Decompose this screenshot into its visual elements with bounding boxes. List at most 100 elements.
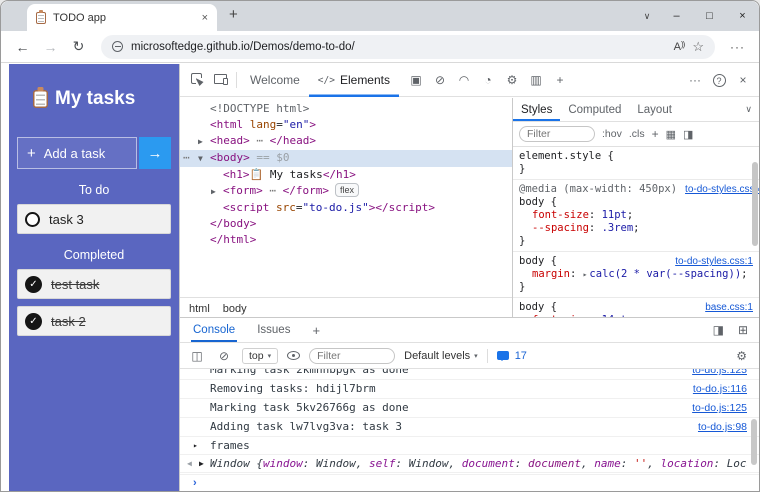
tab-elements[interactable]: </> Elements (309, 64, 399, 97)
device-toolbar-icon[interactable] (208, 73, 232, 87)
forward-button[interactable]: → (39, 39, 62, 55)
breadcrumb-body[interactable]: body (223, 303, 247, 315)
styles-filter-input[interactable] (519, 126, 595, 142)
network-tool-icon[interactable]: ◠ (453, 73, 475, 87)
task-checkbox[interactable]: ✓ (25, 275, 42, 293)
devtools-close-icon[interactable]: × (731, 73, 755, 87)
inspect-element-icon[interactable] (184, 73, 208, 87)
tab-computed[interactable]: Computed (560, 98, 629, 121)
browser-menu-icon[interactable]: ··· (726, 40, 749, 54)
back-button[interactable]: ← (11, 39, 34, 55)
tab-welcome[interactable]: Welcome (241, 64, 309, 97)
tab-styles[interactable]: Styles (513, 98, 560, 121)
console-prompt[interactable]: › (180, 474, 759, 491)
hover-state-button[interactable]: :hov (602, 128, 622, 140)
submit-task-button[interactable]: → (139, 137, 171, 169)
expand-arrow-icon[interactable]: ▸ (583, 270, 588, 279)
refresh-button[interactable]: ↻ (67, 38, 90, 55)
url-text[interactable]: microsoftedge.github.io/Demos/demo-to-do… (131, 41, 666, 53)
breadcrumb-html[interactable]: html (189, 303, 210, 315)
element-classes-button[interactable]: .cls (629, 128, 645, 140)
more-tools-icon[interactable]: + (549, 73, 571, 87)
dom-line[interactable]: </body> (180, 216, 512, 232)
task-item[interactable]: ✓ task 2 (17, 306, 171, 336)
new-style-rule-button[interactable]: + (652, 127, 659, 141)
console-result-row[interactable]: ◀ ▶ Window {window: Window, self: Window, … (180, 455, 759, 473)
source-link[interactable]: to-do.js:125 (678, 402, 747, 415)
performance-tool-icon[interactable]: ◔ (477, 73, 499, 87)
css-property[interactable]: --spacing: .3rem; (519, 222, 753, 235)
task-checkbox[interactable]: ✓ (25, 312, 42, 330)
layout-tool-icon[interactable]: ▥ (525, 73, 547, 87)
read-aloud-icon[interactable]: A)) (674, 40, 686, 53)
live-expression-eye-icon[interactable] (287, 351, 301, 360)
dom-line[interactable]: <h1>📋 My tasks</h1> (180, 167, 512, 183)
console-tool-icon[interactable]: ▣ (405, 73, 427, 87)
tab-layout[interactable]: Layout (629, 98, 680, 121)
context-selector[interactable]: top ▾ (242, 347, 279, 364)
grid-icon[interactable]: ▦ (666, 128, 676, 141)
console-scrollbar[interactable] (751, 419, 757, 465)
address-bar[interactable]: microsoftedge.github.io/Demos/demo-to-do… (101, 34, 715, 59)
source-link[interactable]: to-do.js:116 (679, 383, 747, 396)
site-info-icon[interactable] (112, 41, 123, 52)
css-property[interactable]: font-size: 11pt; (519, 209, 753, 222)
chevron-down-icon[interactable]: ∨ (745, 104, 759, 115)
minimize-button[interactable]: – (660, 10, 693, 22)
console-filter-input[interactable] (309, 347, 396, 364)
source-link[interactable]: to-do.js:98 (684, 421, 747, 434)
task-checkbox[interactable] (25, 211, 40, 227)
devtools-more-icon[interactable]: ··· (683, 73, 707, 87)
dom-gutter-dots[interactable]: ⋯ (183, 150, 191, 166)
source-link[interactable]: to-do.js:125 (678, 369, 747, 377)
close-window-button[interactable]: × (726, 10, 759, 22)
console-log-row[interactable]: Marking task 5kv26766g as done to-do.js:1… (180, 399, 759, 418)
console-log-row[interactable]: Marking task 2kmhnbpgk as done to-do.js:1… (180, 369, 759, 380)
clear-console-icon[interactable]: ⊘ (215, 349, 233, 363)
stylesheet-link[interactable]: base.css:1 (697, 301, 753, 314)
tab-close-icon[interactable]: × (202, 12, 208, 24)
dom-line[interactable]: ▶ <head> ⋯ </head> (180, 133, 512, 150)
expand-arrow-icon[interactable]: ▼ (198, 151, 210, 167)
dom-line[interactable]: </html> (180, 232, 512, 248)
expand-arrow-icon[interactable]: ▶ (211, 184, 223, 200)
console-sidebar-icon[interactable]: ◫ (188, 349, 206, 363)
css-property[interactable]: margin: ▸ calc(2 * var(--spacing)); (519, 268, 753, 281)
styles-scrollbar[interactable] (752, 162, 758, 246)
message-count[interactable]: 17 (515, 350, 527, 362)
tab-issues[interactable]: Issues (255, 318, 292, 342)
expand-arrow-icon[interactable]: ▶ (198, 134, 210, 150)
computed-sidebar-icon[interactable]: ◨ (683, 128, 693, 141)
dock-side-icon[interactable]: ◨ (713, 323, 724, 337)
task-item[interactable]: task 3 (17, 204, 171, 234)
console-settings-gear-icon[interactable]: ⚙ (736, 349, 751, 363)
tab-actions-chevron-icon[interactable]: ∨ (634, 11, 660, 22)
new-tab-button[interactable]: + (229, 6, 238, 26)
task-item[interactable]: ✓ test task (17, 269, 171, 299)
console-log-row[interactable]: Adding task lw7lvg3va: task 3 to-do.js:98 (180, 418, 759, 437)
browser-tab[interactable]: TODO app × (27, 4, 217, 31)
add-task-control[interactable]: + Add a task → (17, 137, 171, 169)
devtools-help-icon[interactable]: ? (707, 73, 731, 88)
add-task-button[interactable]: + Add a task (17, 137, 137, 169)
maximize-button[interactable]: □ (693, 10, 726, 22)
settings-gear-icon[interactable]: ⚙ (501, 73, 523, 87)
tab-console[interactable]: Console (191, 318, 237, 342)
drawer-expand-icon[interactable]: ⊞ (738, 323, 748, 337)
dom-line[interactable]: ▶ <form> ⋯ </form> flex (180, 183, 512, 200)
issues-tool-icon[interactable]: ⊘ (429, 73, 451, 87)
dom-line[interactable]: <html lang="en"> (180, 117, 512, 133)
flex-badge[interactable]: flex (334, 183, 359, 197)
stylesheet-link[interactable]: to-do-styles.css:40 (677, 183, 759, 196)
log-levels-selector[interactable]: Default levels ▾ (404, 350, 478, 362)
styles-filter-row: :hov .cls + ▦ ◨ (513, 122, 759, 147)
stylesheet-link[interactable]: to-do-styles.css:1 (667, 255, 753, 268)
dom-line[interactable]: <script src="to-do.js"></script> (180, 200, 512, 216)
add-drawer-tab-button[interactable]: + (310, 318, 322, 342)
console-input-row[interactable]: ▸ frames (180, 437, 759, 455)
favorite-star-icon[interactable]: ☆ (692, 39, 704, 55)
console-log-row[interactable]: Removing tasks: hdijl7brm to-do.js:116 (180, 380, 759, 399)
expand-arrow-icon[interactable]: ▶ (199, 457, 204, 470)
dom-line[interactable]: <!DOCTYPE html> (180, 101, 512, 117)
dom-line[interactable]: ⋯ ▼ <body> == $0 (180, 150, 512, 167)
